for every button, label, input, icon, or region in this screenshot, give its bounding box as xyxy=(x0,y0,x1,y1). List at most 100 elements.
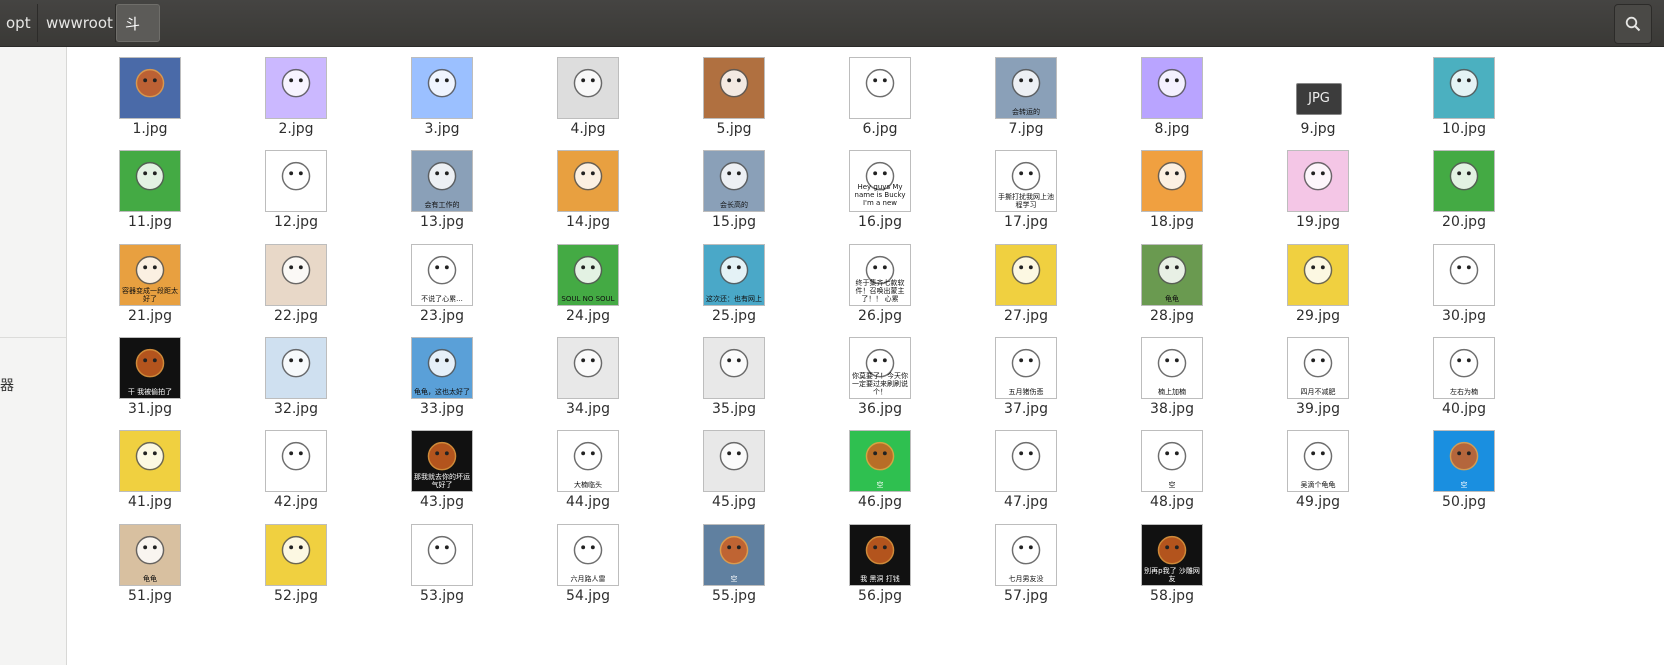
thumbnail-caption: 空 xyxy=(876,481,884,490)
file-name: 6.jpg xyxy=(862,121,898,137)
file-name: 49.jpg xyxy=(1296,494,1340,511)
file-thumbnail: 四月不减肥 xyxy=(1287,336,1349,399)
file-item[interactable]: 我 黑洞 打钱 56.jpg xyxy=(820,522,940,608)
frog-clown-icon xyxy=(120,151,180,211)
file-thumbnail: 楠上加楠 xyxy=(1141,336,1203,399)
file-item[interactable]: 47.jpg xyxy=(966,428,1086,514)
file-item[interactable]: 5.jpg xyxy=(674,55,794,141)
file-item[interactable]: 34.jpg xyxy=(528,335,648,421)
file-item[interactable]: 七月男友没 57.jpg xyxy=(966,522,1086,608)
frog-icon xyxy=(704,58,764,118)
file-item[interactable]: 19.jpg xyxy=(1258,148,1378,234)
file-item[interactable]: 空 55.jpg xyxy=(674,522,794,608)
file-name: 9.jpg xyxy=(1300,121,1336,137)
thumbnail-caption: 容器变成一段距太好了 xyxy=(122,286,178,303)
file-name: 42.jpg xyxy=(274,494,318,511)
file-name: 25.jpg xyxy=(712,307,756,324)
file-thumbnail: Hey guys My name is Bucky I'm a new meme… xyxy=(849,150,911,213)
file-item[interactable]: 10.jpg xyxy=(1404,55,1524,141)
file-item[interactable]: 大楠临头 44.jpg xyxy=(528,428,648,514)
file-item[interactable]: 3.jpg xyxy=(382,55,502,141)
figure-icon xyxy=(704,338,764,398)
file-item[interactable]: 四月不减肥 39.jpg xyxy=(1258,335,1378,421)
file-item[interactable]: 53.jpg xyxy=(382,522,502,608)
breadcrumb-opt[interactable]: opt xyxy=(0,4,38,42)
file-item[interactable]: 32.jpg xyxy=(236,335,356,421)
file-item[interactable]: 22.jpg xyxy=(236,242,356,328)
file-item[interactable]: 会有工作的 13.jpg xyxy=(382,148,502,234)
cartoon-cat-icon xyxy=(558,151,618,211)
file-item[interactable]: 45.jpg xyxy=(674,428,794,514)
file-thumbnail xyxy=(411,57,473,119)
file-item[interactable]: 左右为楠 40.jpg xyxy=(1404,335,1524,421)
file-item[interactable]: 会长高的 15.jpg xyxy=(674,148,794,234)
frog-icon xyxy=(1434,151,1494,211)
figure-icon xyxy=(704,431,764,491)
file-item[interactable]: 楠上加楠 38.jpg xyxy=(1112,335,1232,421)
file-item[interactable]: 空 46.jpg xyxy=(820,428,940,514)
file-item[interactable]: 空 48.jpg xyxy=(1112,428,1232,514)
file-item[interactable]: 4.jpg xyxy=(528,55,648,141)
file-item[interactable]: SOUL NO SOUL 24.jpg xyxy=(528,242,648,328)
file-item[interactable]: Hey guys My name is Bucky I'm a new meme… xyxy=(820,148,940,234)
file-item[interactable]: 14.jpg xyxy=(528,148,648,234)
file-name: 20.jpg xyxy=(1442,214,1486,231)
breadcrumb-wwwroot[interactable]: wwwroot xyxy=(38,4,116,42)
file-item[interactable]: 会转运的 7.jpg xyxy=(966,55,1086,141)
file-thumbnail xyxy=(557,57,619,119)
file-item[interactable]: 2.jpg xyxy=(236,55,356,141)
file-item[interactable]: 你莫要了！今天你一定要过来刷刷说个！ 36.jpg xyxy=(820,335,940,421)
file-thumbnail xyxy=(1287,243,1349,306)
thumbnail-caption: 楠上加楠 xyxy=(1158,387,1186,396)
file-item[interactable]: 五月猪伤悲 37.jpg xyxy=(966,335,1086,421)
search-button[interactable] xyxy=(1614,4,1652,44)
file-thumbnail xyxy=(265,243,327,306)
file-thumbnail xyxy=(995,430,1057,493)
file-item[interactable]: 41.jpg xyxy=(90,428,210,514)
file-item[interactable]: 11.jpg xyxy=(90,148,210,234)
sketch-face-icon xyxy=(266,151,326,211)
file-thumbnail: 龟龟，这也太好了 xyxy=(411,336,473,399)
file-item[interactable]: 30.jpg xyxy=(1404,242,1524,328)
file-item[interactable]: 1.jpg xyxy=(90,55,210,141)
file-item[interactable]: 空 50.jpg xyxy=(1404,428,1524,514)
file-item[interactable]: 六月路人雷 54.jpg xyxy=(528,522,648,608)
file-name: 52.jpg xyxy=(274,587,318,604)
file-item[interactable]: 这次还：也有网上 25.jpg xyxy=(674,242,794,328)
file-item[interactable]: 20.jpg xyxy=(1404,148,1524,234)
file-thumbnail xyxy=(265,336,327,399)
file-item[interactable]: 龟龟 28.jpg xyxy=(1112,242,1232,328)
file-item[interactable]: 8.jpg xyxy=(1112,55,1232,141)
file-item[interactable]: 干 我被偷拍了 31.jpg xyxy=(90,335,210,421)
file-thumbnail: 不说了心累... xyxy=(411,243,473,306)
sidebar-divider xyxy=(0,337,66,338)
file-item[interactable]: 52.jpg xyxy=(236,522,356,608)
file-item[interactable]: JPG 9.jpg xyxy=(1258,55,1378,141)
file-item[interactable]: 手撕打扰我网上池程学习 17.jpg xyxy=(966,148,1086,234)
figure-icon xyxy=(558,338,618,398)
breadcrumb-current-folder[interactable]: 斗图 xyxy=(116,4,160,71)
file-item[interactable]: 那我就去你的坏运气好了 43.jpg xyxy=(382,428,502,514)
file-item[interactable]: 别再p我了 沙雕网友 58.jpg xyxy=(1112,522,1232,608)
file-item[interactable]: 29.jpg xyxy=(1258,242,1378,328)
file-thumbnail: 手撕打扰我网上池程学习 xyxy=(995,150,1057,213)
file-name: 14.jpg xyxy=(566,214,610,231)
file-item[interactable]: 18.jpg xyxy=(1112,148,1232,234)
thumbnail-caption: 终于集齐七款软件！召唤出蒙主了！！ 心累 xyxy=(855,278,905,303)
file-item[interactable]: 12.jpg xyxy=(236,148,356,234)
file-thumbnail: JPG xyxy=(1296,83,1342,115)
sidebar-item-label[interactable]: 器 xyxy=(0,375,14,395)
file-item[interactable]: 龟龟，这也太好了 33.jpg xyxy=(382,335,502,421)
file-item[interactable]: 35.jpg xyxy=(674,335,794,421)
file-item[interactable]: 6.jpg xyxy=(820,55,940,141)
file-item[interactable]: 27.jpg xyxy=(966,242,1086,328)
file-name: 34.jpg xyxy=(566,400,610,417)
file-item[interactable]: 终于集齐七款软件！召唤出蒙主了！！ 心累 26.jpg xyxy=(820,242,940,328)
file-item[interactable]: 不说了心累... 23.jpg xyxy=(382,242,502,328)
file-item[interactable]: 42.jpg xyxy=(236,428,356,514)
file-item[interactable]: 容器变成一段距太好了 21.jpg xyxy=(90,242,210,328)
doodle-bunny-icon xyxy=(412,58,472,118)
file-item[interactable]: 龟龟 51.jpg xyxy=(90,522,210,608)
file-thumbnail: 龟龟 xyxy=(119,523,181,586)
file-item[interactable]: 吴滴个龟龟 49.jpg xyxy=(1258,428,1378,514)
